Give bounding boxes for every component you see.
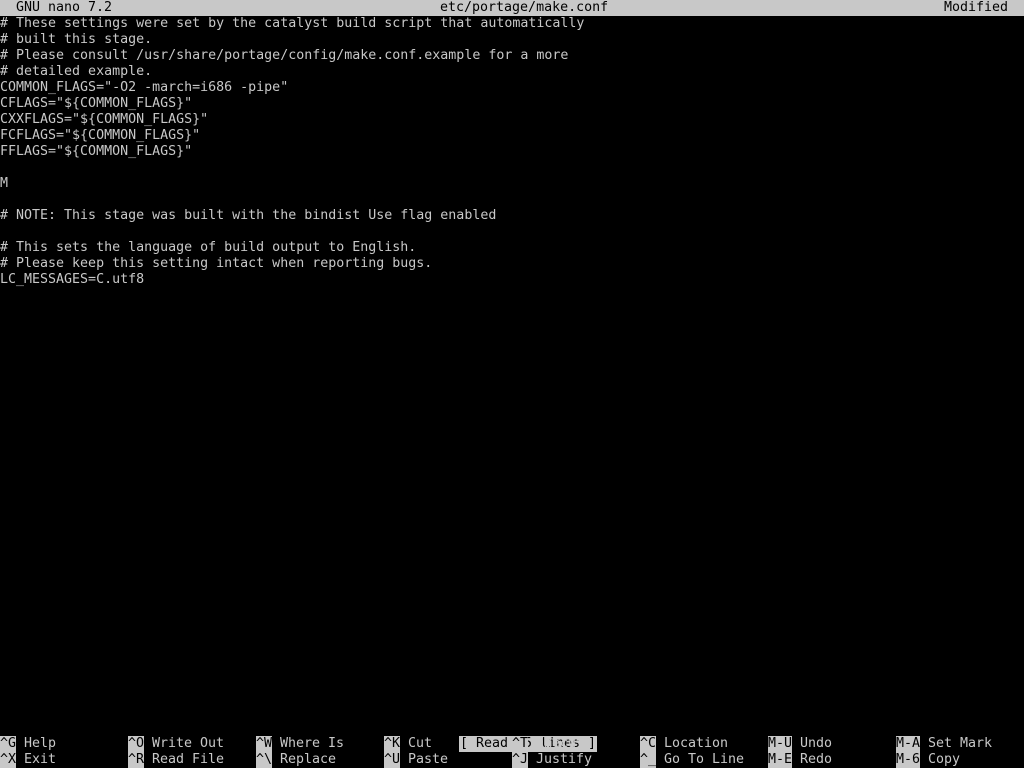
shortcut-key: M-U [768,736,793,752]
shortcut-label: Where Is [280,736,345,751]
editor-line[interactable]: # detailed example. [0,64,1024,80]
shortcut-key: ^O [128,736,145,752]
shortcut-read-file[interactable]: ^R Read File [128,752,224,768]
editor-line[interactable]: CFLAGS="${COMMON_FLAGS}" [0,96,1024,112]
shortcut-label: Location [664,736,729,751]
editor-line[interactable]: # These settings were set by the catalys… [0,16,1024,32]
editor-line[interactable]: COMMON_FLAGS="-O2 -march=i686 -pipe" [0,80,1024,96]
shortcut-label: Cut [408,736,433,751]
status-bar: [ Read 15 lines ] [0,720,1024,752]
shortcut-label: Undo [800,736,833,751]
editor-line[interactable]: # built this stage. [0,32,1024,48]
editor-line[interactable]: # Please keep this setting intact when r… [0,256,1024,272]
shortcut-execute[interactable]: ^T Execute [512,736,592,752]
modified-indicator: Modified [943,0,1008,15]
shortcut-label: Copy [928,752,961,767]
shortcut-paste[interactable]: ^U Paste [384,752,448,768]
shortcut-go-to-line[interactable]: ^_ Go To Line [640,752,744,768]
terminal-screen: GNU nano 7.2 etc/portage/make.conf Modif… [0,0,1024,768]
shortcut-key: ^J [512,752,529,768]
shortcut-label: Justify [536,752,593,767]
editor-line[interactable]: M [0,176,1024,192]
shortcut-replace[interactable]: ^\ Replace [256,752,336,768]
shortcut-key: ^_ [640,752,657,768]
shortcut-exit[interactable]: ^X Exit [0,752,56,768]
shortcut-label: Set Mark [928,736,993,751]
text-editor-area[interactable]: # These settings were set by the catalys… [0,16,1024,720]
shortcut-key: ^K [384,736,401,752]
editor-line[interactable]: FCFLAGS="${COMMON_FLAGS}" [0,128,1024,144]
title-bar: GNU nano 7.2 etc/portage/make.conf Modif… [0,0,1024,16]
shortcut-location[interactable]: ^C Location [640,736,728,752]
shortcut-label: Paste [408,752,449,767]
shortcut-undo[interactable]: M-U Undo [768,736,832,752]
shortcut-key: ^X [0,752,17,768]
shortcut-label: Help [24,736,57,751]
shortcut-where-is[interactable]: ^W Where Is [256,736,344,752]
shortcut-key: M-6 [896,752,921,768]
editor-line[interactable]: # Please consult /usr/share/portage/conf… [0,48,1024,64]
editor-line[interactable]: # NOTE: This stage was built with the bi… [0,208,1024,224]
shortcut-write-out[interactable]: ^O Write Out [128,736,224,752]
shortcut-label: Write Out [152,736,225,751]
shortcut-key: ^W [256,736,273,752]
app-version: GNU nano 7.2 [16,0,113,15]
shortcut-help[interactable]: ^G Help [0,736,56,752]
shortcut-redo[interactable]: M-E Redo [768,752,832,768]
editor-line[interactable]: LC_MESSAGES=C.utf8 [0,272,1024,288]
editor-line[interactable] [0,160,1024,176]
shortcut-label: Read File [152,752,225,767]
shortcut-copy[interactable]: M-6 Copy [896,752,960,768]
shortcut-key: ^G [0,736,17,752]
shortcut-key: ^R [128,752,145,768]
editor-line[interactable]: CXXFLAGS="${COMMON_FLAGS}" [0,112,1024,128]
shortcut-key: ^C [640,736,657,752]
shortcut-key: ^T [512,736,529,752]
shortcut-label: Go To Line [664,752,745,767]
shortcut-label: Exit [24,752,57,767]
editor-line[interactable]: # This sets the language of build output… [0,240,1024,256]
shortcut-justify[interactable]: ^J Justify [512,752,592,768]
shortcut-cut[interactable]: ^K Cut [384,736,432,752]
shortcut-label: Redo [800,752,833,767]
file-name: etc/portage/make.conf [440,0,609,15]
shortcut-row-2: ^X Exit ^R Read File ^\ Replace ^U Paste ^J J… [0,752,1024,768]
shortcut-key: ^U [384,752,401,768]
shortcut-set-mark[interactable]: M-A Set Mark [896,736,992,752]
shortcut-label: Replace [280,752,337,767]
editor-line[interactable] [0,224,1024,240]
shortcut-label: Execute [536,736,593,751]
shortcut-key: ^\ [256,752,273,768]
editor-line[interactable] [0,192,1024,208]
shortcut-row-1: ^G Help ^O Write Out ^W Where Is ^K Cut ^T Ex… [0,736,1024,752]
shortcut-key: M-E [768,752,793,768]
editor-line[interactable]: FFLAGS="${COMMON_FLAGS}" [0,144,1024,160]
shortcut-key: M-A [896,736,921,752]
